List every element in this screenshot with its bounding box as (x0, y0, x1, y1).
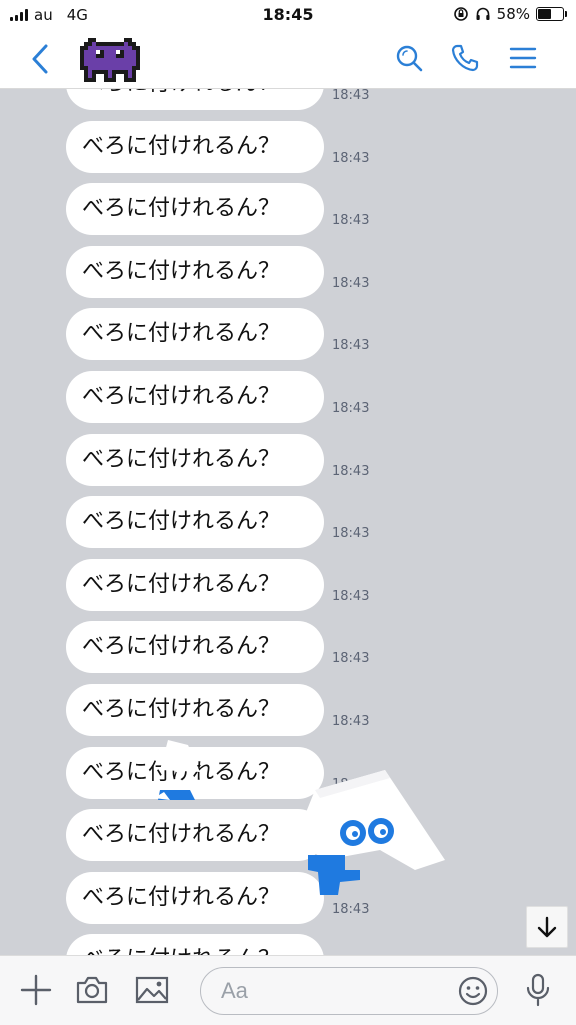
message-row: べろに付けれるん？ 18:43 (0, 245, 576, 302)
message-timestamp: 18:43 (332, 338, 370, 354)
message-timestamp: 18:43 (332, 588, 370, 604)
message-bubble[interactable]: べろに付けれるん？ (66, 621, 324, 674)
message-bubble[interactable]: べろに付けれるん？ (66, 308, 324, 361)
message-bubble[interactable]: べろに付けれるん？ (66, 809, 324, 862)
message-timestamp: 18:43 (332, 651, 370, 667)
message-row: べろに付けれるん？ 18:43 (0, 433, 576, 490)
message-bubble[interactable]: べろに付けれるん？ (66, 496, 324, 549)
message-placeholder: Aa (221, 978, 248, 1003)
message-row: べろに付けれるん？ 18:43 (0, 871, 576, 928)
message-bubble[interactable]: べろに付けれるん？ (66, 89, 324, 110)
camera-icon[interactable] (74, 972, 110, 1008)
search-icon[interactable] (394, 43, 424, 73)
menu-icon[interactable] (508, 43, 538, 73)
message-row: べろに付けれるん？ 18:43 (0, 621, 576, 677)
headphones-icon (476, 7, 490, 20)
message-row: べろに付けれるん？ 18:43 (0, 496, 576, 552)
message-bubble[interactable]: べろに付けれるん？ (66, 871, 324, 924)
message-row: べろに付けれるん？ 18:43 (0, 183, 576, 239)
message-bubble[interactable]: べろに付けれるん？ (66, 371, 324, 423)
message-input-bar: Aa (0, 955, 576, 1025)
orientation-lock-icon (453, 7, 468, 21)
message-row: べろに付けれるん？ 18:43 (0, 308, 576, 364)
message-row: べろに付けれるん？ 18:43 (0, 371, 576, 427)
phone-icon[interactable] (450, 43, 480, 73)
chat-header (0, 30, 576, 89)
message-timestamp: 18:43 (332, 463, 370, 479)
message-timestamp: 18:43 (332, 275, 370, 291)
image-icon[interactable] (134, 972, 170, 1008)
message-timestamp: 18:43 (332, 401, 370, 416)
message-timestamp: 18:43 (332, 714, 370, 729)
message-bubble[interactable]: べろに付けれるん？ (66, 120, 324, 173)
message-bubble[interactable]: べろに付けれるん？ (66, 684, 324, 736)
scroll-to-bottom-button[interactable] (526, 906, 568, 948)
message-timestamp: 18:43 (332, 901, 370, 917)
message-bubble[interactable]: べろに付けれるん？ (66, 558, 324, 611)
back-chevron-icon[interactable] (26, 42, 56, 76)
message-row: べろに付けれるん？ 18:43 (0, 746, 576, 803)
arrow-down-icon (537, 916, 557, 938)
microphone-icon[interactable] (520, 972, 556, 1008)
message-row: べろに付けれるん？ 18:43 (0, 809, 576, 865)
message-bubble[interactable]: べろに付けれるん？ (66, 183, 324, 236)
message-timestamp: 18:43 (332, 776, 370, 792)
message-row: べろに付けれるん？ 18:43 (0, 89, 576, 114)
message-timestamp: 18:43 (332, 150, 370, 166)
message-row: べろに付けれるん？ 18:43 (0, 558, 576, 615)
battery-icon (536, 7, 567, 21)
message-bubble[interactable]: べろに付けれるん？ (66, 245, 324, 298)
message-row: べろに付けれるん？ 18:43 (0, 684, 576, 740)
message-timestamp: 18:43 (332, 526, 370, 542)
message-timestamp: 18:43 (332, 89, 370, 103)
message-bubble[interactable]: べろに付けれるん？ (66, 433, 324, 486)
status-bar: au 4G 18:45 58% (0, 0, 576, 30)
battery-percent: 58% (496, 5, 530, 23)
plus-icon[interactable] (18, 972, 54, 1008)
message-timestamp: 18:43 (332, 839, 370, 855)
message-row: べろに付けれるん？ 18:43 (0, 120, 576, 177)
emoji-icon[interactable] (457, 975, 489, 1007)
message-list[interactable]: べろに付けれるん？ 18:43 べろに付けれるん？ 18:43 べろに付けれるん？ 18:… (0, 89, 576, 955)
pixel-monster-avatar[interactable] (80, 38, 140, 82)
message-row: べろに付けれるん？18:43 (0, 934, 576, 955)
message-timestamp: 18:43 (332, 213, 370, 229)
message-bubble[interactable]: べろに付けれるん？ (66, 934, 324, 955)
message-bubble[interactable]: べろに付けれるん？ (66, 746, 324, 799)
message-text-field[interactable]: Aa (200, 967, 498, 1015)
